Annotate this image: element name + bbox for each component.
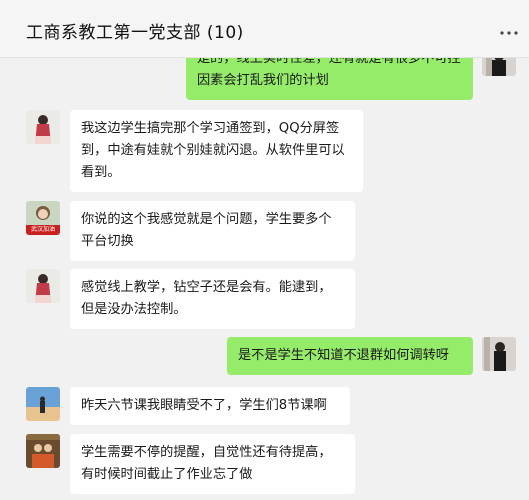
message-text: 学生需要不停的提醒，自觉性还有待提高，有时候时间截止了作业忘了做 bbox=[81, 445, 332, 482]
message-bubble-incoming[interactable]: 昨天六节课我眼睛受不了，学生们8节课啊 bbox=[70, 387, 350, 425]
message-bubble-outgoing[interactable]: 是不是学生不知道不退群如何调转呀 bbox=[227, 337, 473, 375]
message-list[interactable]: 是的，线上实时性差，还有就是有很多不可控因素会打乱我们的计划 我这边学生搞完那个… bbox=[0, 58, 529, 500]
avatar-member-c[interactable] bbox=[26, 387, 60, 421]
avatar-member-a[interactable] bbox=[26, 110, 60, 144]
message-bubble-incoming[interactable]: 我这边学生搞完那个学习通签到，QQ分屏签到，中途有娃就个别娃就闪退。从软件里可以… bbox=[70, 110, 363, 192]
avatar-member-a[interactable] bbox=[26, 269, 60, 303]
message-text: 是的，线上实时性差，还有就是有很多不可控因素会打乱我们的计划 bbox=[197, 58, 461, 88]
message-bubble-outgoing[interactable]: 是的，线上实时性差，还有就是有很多不可控因素会打乱我们的计划 bbox=[186, 58, 473, 100]
chat-title: 工商系教工第一党支部 (10) bbox=[26, 23, 244, 43]
avatar-self[interactable] bbox=[482, 337, 516, 371]
avatar-member-b[interactable]: 武汉加油 bbox=[26, 201, 60, 235]
message-bubble-incoming[interactable]: 你说的这个我感觉就是个问题，学生要多个平台切换 bbox=[70, 201, 355, 261]
avatar-badge-text: 武汉加油 bbox=[30, 226, 55, 233]
message-text: 感觉线上教学，钻空子还是会有。能逮到，但是没办法控制。 bbox=[81, 280, 332, 317]
message-text: 我这边学生搞完那个学习通签到，QQ分屏签到，中途有娃就个别娃就闪退。从软件里可以… bbox=[81, 121, 345, 180]
more-icon[interactable] bbox=[499, 20, 519, 41]
message-text: 是不是学生不知道不退群如何调转呀 bbox=[238, 348, 449, 363]
chat-header: 工商系教工第一党支部 (10) bbox=[0, 0, 529, 58]
avatar-member-d[interactable] bbox=[26, 434, 60, 468]
message-bubble-incoming[interactable]: 学生需要不停的提醒，自觉性还有待提高，有时候时间截止了作业忘了做 bbox=[70, 434, 355, 494]
message-text: 昨天六节课我眼睛受不了，学生们8节课啊 bbox=[81, 398, 327, 413]
avatar-self[interactable] bbox=[482, 58, 516, 76]
message-text: 你说的这个我感觉就是个问题，学生要多个平台切换 bbox=[81, 212, 332, 249]
message-bubble-incoming[interactable]: 感觉线上教学，钻空子还是会有。能逮到，但是没办法控制。 bbox=[70, 269, 355, 329]
